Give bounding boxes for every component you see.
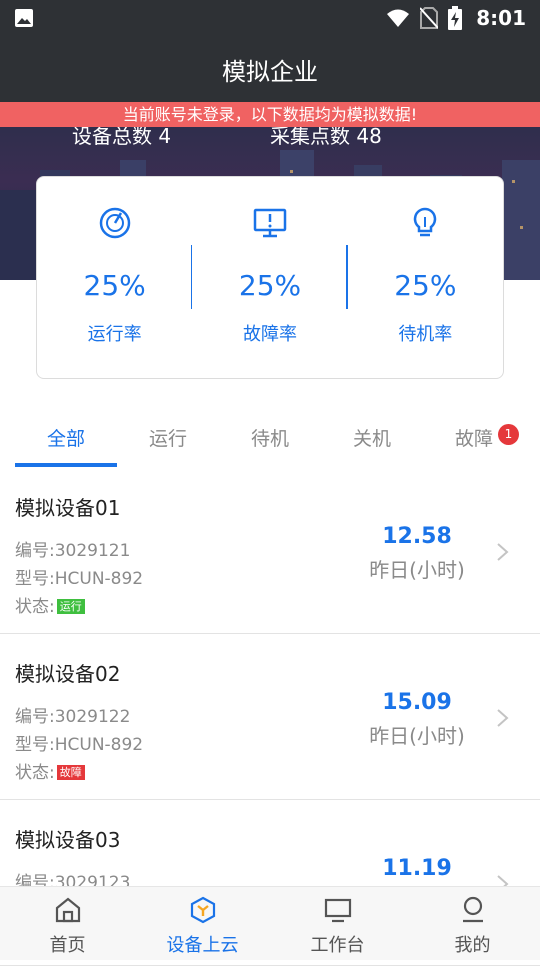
- stat-fault: 25% 故障率: [192, 177, 348, 378]
- yesterday-hours-label: 昨日(小时): [369, 558, 465, 582]
- bulb-icon: [414, 207, 437, 237]
- tab-label: 关机: [352, 427, 391, 450]
- device-name: 模拟设备02: [15, 662, 121, 686]
- speed-icon: [99, 207, 130, 239]
- fault-rate-value: 25%: [238, 269, 302, 302]
- no-sim-icon: [420, 7, 439, 29]
- fault-rate-label: 故障率: [242, 324, 297, 345]
- nav-label: 我的: [454, 935, 491, 956]
- tab-all[interactable]: 全部: [15, 406, 117, 468]
- device-model: 型号:HCUN-892: [15, 569, 144, 589]
- nav-device-cloud[interactable]: 设备上云: [135, 887, 270, 960]
- app-bar: 模拟企业: [0, 36, 540, 102]
- tab-label: 待机: [250, 427, 289, 450]
- tab-label: 故障: [454, 427, 493, 450]
- status-label: 状态:: [15, 597, 55, 617]
- cube-icon: [190, 896, 215, 924]
- standby-rate-value: 25%: [394, 269, 457, 302]
- yesterday-hours-value: 15.09: [382, 690, 452, 715]
- device-status: 状态: 故障: [15, 758, 85, 783]
- clock: 8:01: [476, 6, 526, 30]
- tab-running[interactable]: 运行: [117, 406, 219, 468]
- device-name: 模拟设备01: [15, 496, 121, 520]
- status-bar: 8:01: [0, 0, 540, 36]
- tab-off[interactable]: 关机: [321, 406, 423, 468]
- running-rate-label: 运行率: [87, 324, 142, 345]
- tab-standby[interactable]: 待机: [219, 406, 321, 468]
- chevron-right-icon: [497, 709, 509, 727]
- device-model: 型号:HCUN-892: [15, 735, 144, 755]
- status-badge: 运行: [56, 599, 85, 614]
- fault-count-badge: 1: [498, 424, 519, 445]
- demo-warning-banner: 当前账号未登录，以下数据均为模拟数据!: [0, 102, 540, 127]
- nav-workbench[interactable]: 工作台: [270, 887, 405, 960]
- status-badge: 故障: [56, 765, 85, 780]
- yesterday-hours-value: 12.58: [382, 524, 452, 549]
- stat-running: 25% 运行率: [37, 177, 193, 378]
- tab-label: 运行: [148, 427, 187, 450]
- chevron-right-icon: [497, 543, 509, 561]
- yesterday-hours-label: 昨日(小时): [369, 724, 465, 748]
- status-label: 状态:: [15, 763, 55, 783]
- status-tabs: 全部 运行 待机 关机 故障 1: [0, 406, 540, 468]
- tab-label: 全部: [46, 427, 85, 450]
- nav-home[interactable]: 首页: [0, 887, 135, 960]
- stats-card: 25% 运行率 25% 故障率 25% 待机率: [36, 176, 504, 379]
- page-title: 模拟企业: [222, 57, 318, 86]
- device-status: 状态: 运行: [15, 592, 85, 617]
- user-icon: [462, 896, 483, 923]
- tab-fault[interactable]: 故障 1: [423, 406, 525, 468]
- image-icon: [15, 9, 33, 27]
- battery-charging-icon: [448, 6, 463, 30]
- list-item[interactable]: 模拟设备01 编号:3029121 型号:HCUN-892 状态: 运行 12.5…: [0, 468, 540, 634]
- device-name: 模拟设备03: [15, 828, 121, 852]
- yesterday-hours-value: 11.19: [382, 856, 452, 881]
- bottom-nav: 首页 设备上云 工作台 我的: [0, 886, 540, 960]
- home-icon: [55, 897, 80, 923]
- nav-mine[interactable]: 我的: [405, 887, 540, 960]
- device-serial: 编号:3029121: [15, 541, 131, 561]
- desktop-icon: [324, 898, 351, 923]
- nav-label: 工作台: [310, 935, 365, 956]
- running-rate-value: 25%: [83, 269, 146, 302]
- stat-standby: 25% 待机率: [348, 177, 503, 378]
- nav-label: 设备上云: [166, 935, 239, 956]
- active-tab-indicator: [15, 463, 117, 467]
- list-item[interactable]: 模拟设备02 编号:3029122 型号:HCUN-892 状态: 故障 15.0…: [0, 634, 540, 800]
- standby-rate-label: 待机率: [398, 324, 453, 345]
- nav-label: 首页: [49, 935, 86, 956]
- monitor-alert-icon: [253, 208, 287, 238]
- device-serial: 编号:3029122: [15, 707, 131, 727]
- wifi-icon: [387, 9, 410, 27]
